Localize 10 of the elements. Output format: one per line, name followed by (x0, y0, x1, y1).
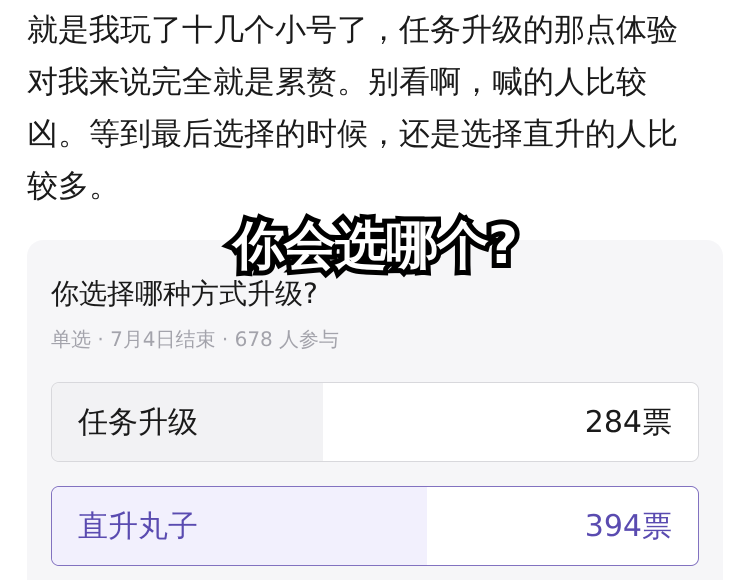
poll-title: 你选择哪种方式升级? (51, 277, 318, 312)
poll-option[interactable]: 直升丸子 394票 (51, 486, 699, 566)
option-label: 直升丸子 (78, 508, 198, 546)
post-paragraph: 就是我玩了十几个小号了，任务升级的那点体验对我来说完全就是累赘。别看啊，喊的人比较凶。等到最后选择的时候，还是选择直升的人比较多。 (26, 11, 679, 206)
overlay-caption: 你会选哪个? (224, 214, 526, 278)
option-label: 任务升级 (78, 404, 198, 442)
vote-count: 394票 (584, 508, 672, 546)
poll-meta: 单选 · 7月4日结束 · 678 人参与 (51, 326, 340, 353)
poll-option[interactable]: 任务升级 284票 (51, 382, 699, 462)
vote-count: 284票 (584, 404, 672, 442)
